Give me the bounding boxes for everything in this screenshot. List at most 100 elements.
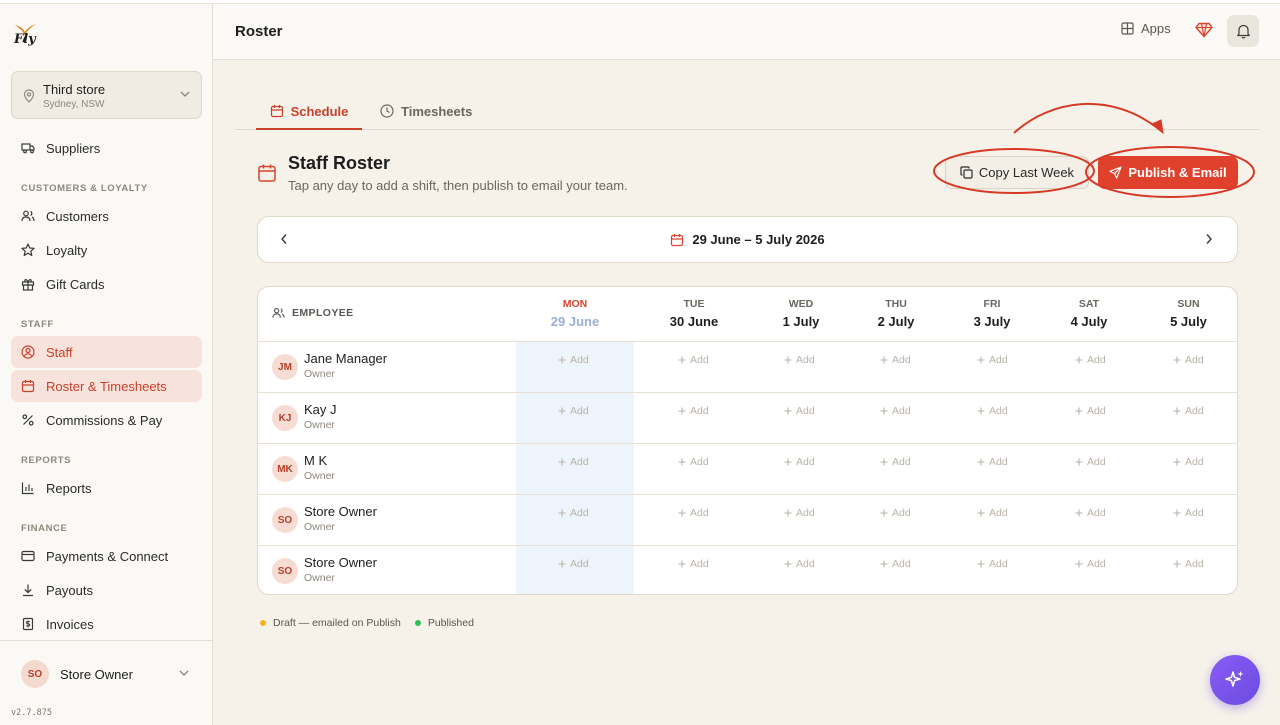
sidebar-item-commissions-pay[interactable]: Commissions & Pay [11, 404, 202, 436]
add-shift-button[interactable]: Add [1075, 456, 1106, 468]
add-shift-button[interactable]: Add [977, 507, 1008, 519]
add-shift-button[interactable]: Add [1173, 507, 1204, 519]
add-shift-button[interactable]: Add [558, 405, 589, 417]
add-shift-button[interactable]: Add [678, 456, 709, 468]
add-shift-button[interactable]: Add [558, 456, 589, 468]
add-shift-button[interactable]: Add [558, 354, 589, 366]
add-shift-button[interactable]: Add [784, 507, 815, 519]
sidebar-item-customers[interactable]: Customers [11, 200, 202, 232]
day-date: 30 June [669, 314, 719, 329]
published-dot [414, 620, 421, 626]
add-shift-button[interactable]: Add [558, 558, 589, 570]
add-shift-button[interactable]: Add [977, 558, 1008, 570]
employee-role: Owner [304, 470, 335, 482]
publish-email-label: Publish & Email [1128, 165, 1227, 180]
plus-icon [880, 458, 888, 466]
chevron-right-icon[interactable] [1205, 233, 1213, 245]
plus-icon [880, 509, 888, 517]
day-header-mon: MON 29 June [516, 287, 634, 342]
employee-row: KJ Kay J Owner Add Add Add Add Add Add Add [258, 393, 1237, 444]
user-menu[interactable]: SO Store Owner v2.7.875 [0, 640, 212, 725]
roster-grid: EMPLOYEE MON 29 June TUE 30 June WED 1 July TH… [257, 286, 1238, 595]
add-shift-label: Add [892, 456, 911, 468]
calendar-icon [671, 233, 684, 246]
plus-icon [977, 407, 985, 415]
add-shift-button[interactable]: Add [977, 456, 1008, 468]
add-shift-label: Add [892, 354, 911, 366]
add-shift-label: Add [690, 456, 709, 468]
add-shift-button[interactable]: Add [977, 354, 1008, 366]
sidebar-item-label: Payouts [46, 582, 93, 598]
plus-icon [558, 509, 566, 517]
add-shift-button[interactable]: Add [1173, 558, 1204, 570]
sidebar-item-gift-cards[interactable]: Gift Cards [11, 268, 202, 300]
add-shift-button[interactable]: Add [880, 558, 911, 570]
legend-published: Published [427, 617, 474, 629]
add-shift-button[interactable]: Add [678, 405, 709, 417]
user-circle-icon [21, 345, 35, 359]
add-shift-button[interactable]: Add [1173, 456, 1204, 468]
sidebar-item-label: Loyalty [46, 242, 88, 258]
add-shift-button[interactable]: Add [678, 558, 709, 570]
add-shift-button[interactable]: Add [880, 405, 911, 417]
sidebar-item-invoices[interactable]: Invoices [11, 608, 202, 640]
add-shift-label: Add [1087, 456, 1106, 468]
add-shift-button[interactable]: Add [1075, 558, 1106, 570]
publish-email-button[interactable]: Publish & Email [1098, 156, 1238, 189]
section-finance: FINANCE [21, 523, 68, 534]
sidebar-item-loyalty[interactable]: Loyalty [11, 234, 202, 266]
sidebar-item-payments-connect[interactable]: Payments & Connect [11, 540, 202, 572]
gem-icon[interactable] [1195, 22, 1213, 38]
sidebar-item-reports[interactable]: Reports [11, 472, 202, 504]
employee-row: MK M K Owner Add Add Add Add Add Add Add [258, 444, 1237, 495]
add-shift-button[interactable]: Add [880, 354, 911, 366]
add-shift-button[interactable]: Add [558, 507, 589, 519]
day-name: THU [885, 298, 907, 310]
apps-button[interactable]: Apps [1121, 21, 1171, 36]
chevron-down-icon [180, 91, 190, 97]
add-shift-button[interactable]: Add [784, 405, 815, 417]
sidebar-item-staff[interactable]: Staff [11, 336, 202, 368]
employee-role: Owner [304, 572, 335, 584]
add-shift-button[interactable]: Add [880, 456, 911, 468]
sidebar-item-suppliers[interactable]: Suppliers [11, 132, 202, 164]
add-shift-button[interactable]: Add [678, 507, 709, 519]
week-range[interactable]: 29 June – 5 July 2026 [258, 232, 1237, 247]
store-selector[interactable]: Third store Sydney, NSW [11, 71, 202, 119]
add-shift-button[interactable]: Add [784, 456, 815, 468]
sidebar-item-label: Reports [46, 480, 92, 496]
add-shift-button[interactable]: Add [784, 354, 815, 366]
add-shift-label: Add [690, 405, 709, 417]
add-shift-button[interactable]: Add [977, 405, 1008, 417]
star-icon [21, 243, 35, 257]
tab-timesheets[interactable]: Timesheets [380, 96, 472, 130]
sidebar-item-payouts[interactable]: Payouts [11, 574, 202, 606]
plus-icon [784, 407, 792, 415]
add-shift-label: Add [1087, 405, 1106, 417]
add-shift-button[interactable]: Add [1075, 354, 1106, 366]
employee-row: SO Store Owner Owner Add Add Add Add Add Add Add [258, 495, 1237, 546]
add-shift-label: Add [989, 405, 1008, 417]
ai-assistant-button[interactable] [1210, 655, 1260, 705]
add-shift-label: Add [892, 405, 911, 417]
store-name: Third store [43, 82, 106, 97]
add-shift-button[interactable]: Add [880, 507, 911, 519]
add-shift-label: Add [1087, 507, 1106, 519]
sidebar-item-roster-timesheets[interactable]: Roster & Timesheets [11, 370, 202, 402]
add-shift-button[interactable]: Add [1173, 354, 1204, 366]
clock-icon [380, 104, 394, 118]
roster-tabs: Schedule Timesheets [235, 96, 1259, 130]
employee-role: Owner [304, 521, 335, 533]
add-shift-label: Add [570, 354, 589, 366]
section-staff: STAFF [21, 319, 54, 330]
add-shift-button[interactable]: Add [1075, 507, 1106, 519]
add-shift-button[interactable]: Add [1173, 405, 1204, 417]
add-shift-button[interactable]: Add [1075, 405, 1106, 417]
plus-icon [1075, 560, 1083, 568]
notifications-button[interactable] [1227, 15, 1259, 47]
copy-last-week-button[interactable]: Copy Last Week [945, 156, 1089, 189]
add-shift-button[interactable]: Add [678, 354, 709, 366]
chevron-down-icon [179, 670, 189, 676]
add-shift-button[interactable]: Add [784, 558, 815, 570]
tab-schedule[interactable]: Schedule [256, 96, 362, 130]
